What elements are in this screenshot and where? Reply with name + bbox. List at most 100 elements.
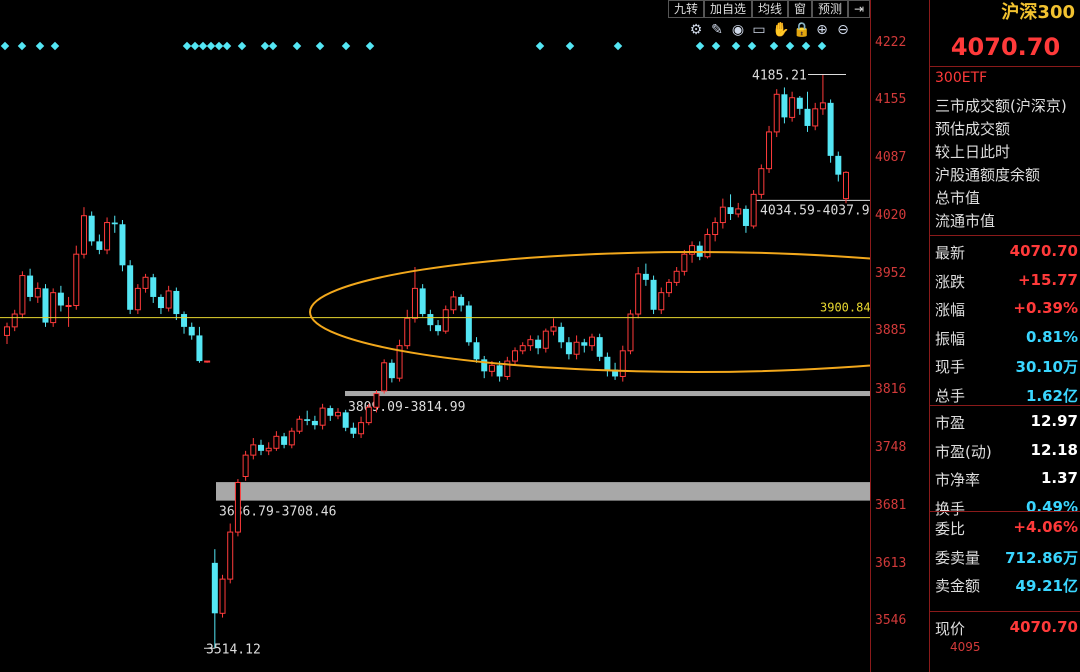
bag-icon[interactable]: ▭ <box>751 22 767 38</box>
candle <box>65 296 72 327</box>
candle <box>804 91 811 132</box>
candle <box>635 267 642 319</box>
signal-diamond <box>711 41 721 51</box>
candle <box>288 427 295 449</box>
candle-body <box>843 171 849 200</box>
candle-body <box>250 444 257 456</box>
candle-body <box>604 356 611 370</box>
candle-body <box>750 193 757 227</box>
candle <box>535 335 542 355</box>
candle-body <box>265 447 272 452</box>
candle-body <box>258 444 265 451</box>
candle-body <box>234 481 241 533</box>
stat-value: 49.21亿 <box>1015 577 1078 595</box>
stat-label: 现价 <box>935 620 966 638</box>
candle-body <box>450 296 457 311</box>
signal-diamond <box>769 41 779 51</box>
info-item[interactable]: 总市值 <box>935 187 980 208</box>
candle <box>588 333 595 351</box>
candle-body <box>419 288 426 315</box>
candle-body <box>742 208 749 226</box>
kline-chart[interactable]: 3809.09-3814.99 3686.79-3708.46 4034.59-40… <box>0 0 870 672</box>
candle-body <box>504 360 511 377</box>
candle-body <box>627 313 634 352</box>
candle <box>311 415 318 430</box>
gap-band <box>216 482 870 501</box>
candle-body <box>358 422 365 435</box>
signal-diamond <box>731 41 741 51</box>
candle-body <box>211 562 218 614</box>
signal-diamond <box>268 41 278 51</box>
gap-zones: 3809.09-3814.99 3686.79-3708.46 4034.59-40… <box>216 199 870 520</box>
stat-row: 市盈 12.97 <box>930 408 1080 436</box>
candle <box>827 99 834 163</box>
candle <box>781 87 788 124</box>
etf-label[interactable]: 300ETF <box>935 70 987 86</box>
panel-separator <box>930 611 1080 612</box>
exit-icon[interactable]: ⇥ <box>848 0 871 18</box>
candle <box>512 347 519 366</box>
candle <box>88 211 95 246</box>
candle-body <box>342 412 349 428</box>
candle-body <box>88 215 95 242</box>
candle-body <box>119 224 126 266</box>
gap-label: 3809.09-3814.99 <box>348 400 465 415</box>
candle-body <box>650 279 657 310</box>
candle <box>281 432 288 449</box>
lock-icon[interactable]: 🔒 <box>793 22 810 38</box>
gap-label: 4034.59-4037.9 <box>760 203 870 218</box>
toolbar-button-3[interactable]: 窗 <box>788 0 812 18</box>
y-tick-label: 4222 <box>875 35 907 50</box>
zoom-in-icon[interactable]: ⊕ <box>814 22 830 38</box>
eye-icon[interactable]: ◉ <box>730 22 746 38</box>
stat-label: 市盈 <box>935 414 966 432</box>
info-item[interactable]: 流通市值 <box>935 210 995 231</box>
draw-icon[interactable]: ✎ <box>709 22 725 38</box>
candle-body <box>281 436 288 445</box>
candle <box>227 523 234 584</box>
toolbar-button-0[interactable]: 九转 <box>668 0 704 18</box>
toolbar-button-1[interactable]: 加自选 <box>704 0 752 18</box>
signal-diamond <box>260 41 270 51</box>
zoom-out-icon[interactable]: ⊖ <box>835 22 851 38</box>
info-item[interactable]: 较上日此时 <box>935 141 1010 162</box>
candle <box>111 215 118 233</box>
candle <box>450 290 457 315</box>
candle-body <box>350 427 357 434</box>
candle-body <box>204 360 211 363</box>
candle-body <box>104 222 111 251</box>
candle-body <box>65 304 72 307</box>
toolbar-button-2[interactable]: 均线 <box>752 0 788 18</box>
signal-diamond <box>801 41 811 51</box>
candle-body <box>427 314 434 326</box>
hand-icon[interactable]: ✋ <box>772 22 789 38</box>
candle <box>604 352 611 377</box>
info-item[interactable]: 沪股通额度余额 <box>935 164 1040 185</box>
stat-row: 最新 4070.70 <box>930 238 1080 266</box>
signal-diamond <box>535 41 545 51</box>
candle-body <box>57 292 64 306</box>
candle-body <box>596 337 603 357</box>
settings-icon[interactable]: ⚙ <box>688 22 704 38</box>
y-tick-label: 4087 <box>875 150 907 166</box>
signal-diamond <box>50 41 60 51</box>
candle-body <box>50 292 57 324</box>
candle <box>188 322 195 340</box>
candle <box>381 359 388 394</box>
candle <box>766 125 773 173</box>
candle <box>319 403 326 430</box>
candle-body <box>704 234 711 258</box>
candle <box>835 151 842 182</box>
candle-body <box>527 339 534 347</box>
candle-body <box>442 309 449 332</box>
candle <box>11 309 18 332</box>
info-item[interactable]: 预估成交额 <box>935 118 1010 139</box>
info-item[interactable]: 三市成交额(沪深京) <box>935 95 1067 116</box>
candle <box>727 194 734 220</box>
y-tick-label: 3748 <box>875 440 907 456</box>
candle-body <box>134 287 141 311</box>
stat-value: 1.62亿 <box>1025 386 1078 405</box>
index-name[interactable]: 沪深300 <box>930 0 1080 26</box>
toolbar-button-4[interactable]: 预测 <box>812 0 848 18</box>
candle <box>435 320 442 336</box>
